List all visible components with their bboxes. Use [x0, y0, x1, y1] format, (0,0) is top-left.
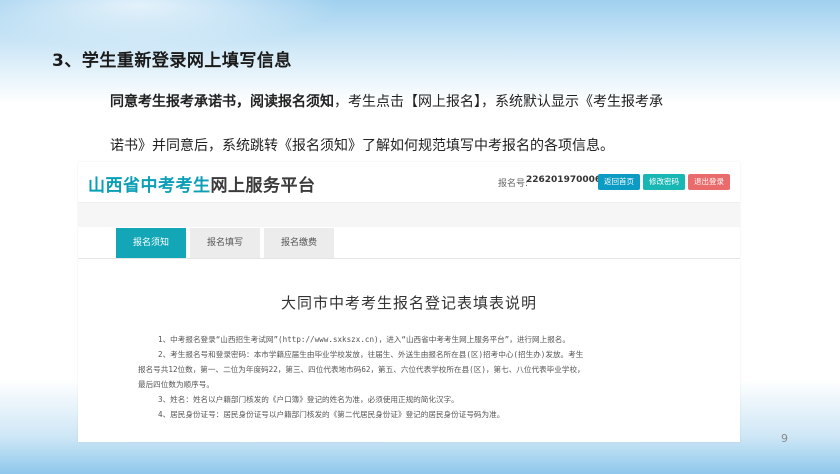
description-line-1: 同意考生报考承诺书，阅读报名须知，考生点击【网上报名】，系统默认显示《考生报考承 [110, 92, 790, 112]
logout-button[interactable]: 退出登录 [688, 174, 730, 190]
brand-rest: 网上服务平台 [210, 176, 316, 196]
tab-registration-payment[interactable]: 报名缴费 [264, 228, 334, 258]
header-band [78, 203, 740, 227]
tab-registration-notice[interactable]: 报名须知 [116, 228, 186, 258]
brand-colored: 山西省中考考生 [88, 176, 211, 196]
description-rest: ，考生点击【网上报名】，系统默认显示《考生报考承 [334, 94, 663, 110]
doc-line: 1、中考报名登录“山西招生考试网”(http://www.sxkszx.cn)，… [158, 335, 570, 344]
app-logo[interactable]: 山西省中考考生网上服务平台 [88, 171, 316, 196]
home-button[interactable]: 返回首页 [598, 174, 640, 190]
registration-number: 226201970006 [526, 175, 602, 185]
registration-label: 报名号: [498, 179, 529, 189]
change-password-button[interactable]: 修改密码 [643, 174, 685, 190]
document-title: 大同市中考考生报名登记表填表说明 [280, 294, 537, 312]
description-bold-lead: 同意考生报考承诺书，阅读报名须知 [110, 94, 334, 110]
page-number: 9 [781, 432, 788, 445]
app-header: 山西省中考考生网上服务平台 报名号: 226201970006 返回首页 修改密… [78, 162, 740, 203]
tab-registration-form[interactable]: 报名填写 [190, 228, 260, 258]
description-line-2: 诺书》并同意后，系统跳转《报名须知》了解如何规范填写中考报名的各项信息。 [110, 138, 614, 154]
doc-line: 3、姓名：姓名以户籍部门核发的《户口簿》登记的姓名为准，必须使用正规的简化汉字。 [158, 395, 459, 404]
doc-line: 报名号共12位数，第一、二位为年度码22，第三、四位代表地市码62，第五、六位代… [138, 365, 585, 374]
document-body: 1、中考报名登录“山西招生考试网”(http://www.sxkszx.cn)，… [138, 332, 698, 422]
tab-divider [78, 258, 740, 259]
section-title: 3、学生重新登录网上填写信息 [52, 51, 292, 71]
doc-line: 2、考生报名号和登录密码：本市学籍应届生由毕业学校发放，往届生、外送生由报名所在… [158, 350, 584, 359]
doc-line: 最后四位数为顺序号。 [138, 380, 214, 389]
embedded-screenshot: 山西省中考考生网上服务平台 报名号: 226201970006 返回首页 修改密… [78, 162, 740, 442]
doc-line: 4、居民身份证号：居民身份证号以户籍部门核发的《第二代居民身份证》登记的居民身份… [158, 410, 505, 419]
